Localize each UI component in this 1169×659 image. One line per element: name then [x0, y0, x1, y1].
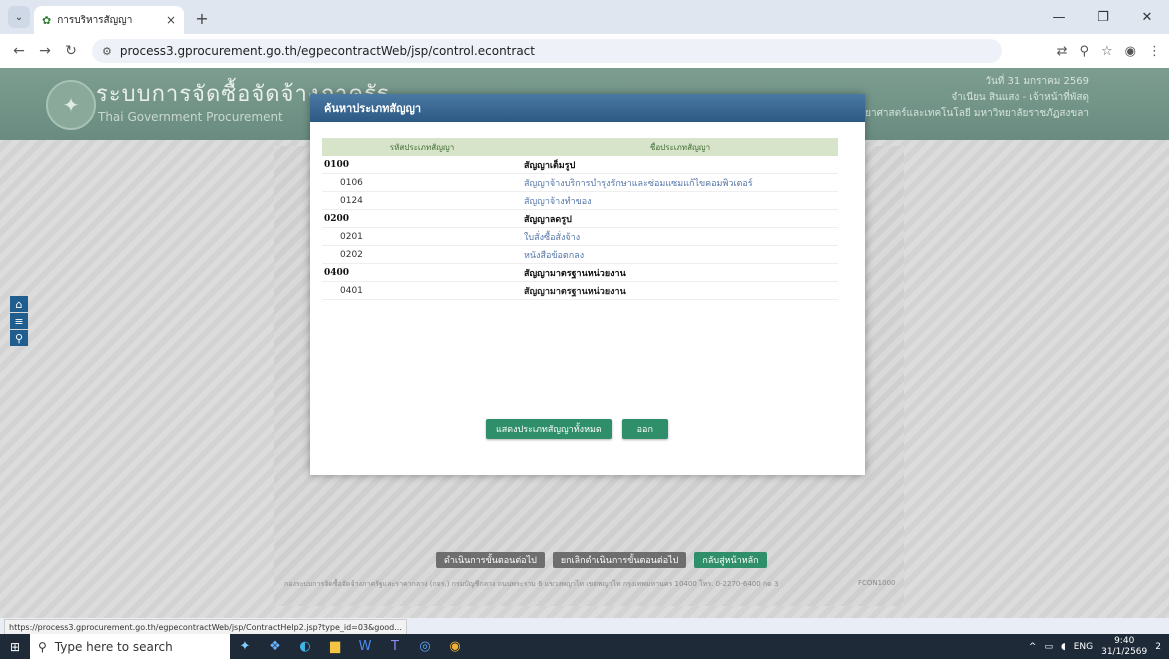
bookmark-star-icon[interactable]: ☆: [1101, 44, 1113, 59]
footer-address: กองระบบการจัดซื้อจัดจ้างภาครัฐและราคากลา…: [284, 580, 779, 588]
restore-icon[interactable]: ❐: [1081, 0, 1125, 34]
table-row[interactable]: 0202 หนังสือข้อตกลง: [322, 245, 838, 264]
widgets-icon[interactable]: ❖: [260, 634, 290, 659]
status-url-preview: https://process3.gprocurement.go.th/egpe…: [4, 619, 407, 635]
tray-chevron-icon[interactable]: ^: [1029, 642, 1037, 652]
clock-time: 9:40: [1114, 635, 1135, 646]
word-icon[interactable]: W: [350, 634, 380, 659]
file-explorer-icon[interactable]: ▆: [320, 634, 350, 659]
site-favicon-icon: ✿: [42, 13, 52, 27]
new-tab-button[interactable]: +: [190, 6, 214, 30]
table-row[interactable]: 0106 สัญญาจ้างบริการบำรุงรักษาและซ่อมแซม…: [322, 173, 838, 192]
edge-icon[interactable]: ◐: [290, 634, 320, 659]
tab-close-icon[interactable]: ×: [166, 13, 176, 27]
side-toolbar: ⌂ ≡ ⚲: [10, 296, 28, 347]
taskbar-clock[interactable]: 9:40 31/1/2569: [1101, 636, 1147, 658]
taskbar-search-field[interactable]: ⚲ Type here to search: [30, 634, 230, 659]
back-icon[interactable]: ←: [6, 43, 32, 59]
url-text: process3.gprocurement.go.th/egpecontract…: [119, 44, 535, 58]
table-row: 0400 สัญญามาตรฐานหน่วยงาน: [322, 263, 838, 282]
browser-tab-bar: ⌄ ✿ การบริหารสัญญา × + — ❐ ✕: [0, 0, 1169, 34]
exit-button[interactable]: ออก: [621, 419, 668, 439]
url-field[interactable]: ⚙ process3.gprocurement.go.th/egpecontra…: [92, 39, 1002, 63]
column-header-name: ชื่อประเภทสัญญา: [522, 138, 838, 156]
windows-taskbar: ⊞ ⚲ Type here to search ✦ ❖ ◐ ▆ W T ◎ ◉ …: [0, 634, 1169, 659]
show-all-contract-types-button[interactable]: แสดงประเภทสัญญาทั้งหมด: [486, 419, 612, 439]
address-bar: ← → ↻ ⚙ process3.gprocurement.go.th/egpe…: [0, 34, 1169, 69]
taskbar-search-placeholder: Type here to search: [54, 639, 173, 654]
row-code: 0106: [322, 173, 522, 192]
row-code: 0100: [322, 156, 522, 174]
row-code: 0124: [322, 191, 522, 210]
tab-title: การบริหารสัญญา: [57, 14, 133, 26]
taskbar-search-icon: ⚲: [38, 639, 47, 654]
user-department: คณะวิทยาศาสตร์และเทคโนโลยี มหาวิทยาลัยรา…: [831, 108, 1089, 119]
row-name: สัญญาลดรูป: [522, 209, 838, 228]
current-date: วันที่ 31 มกราคม 2569: [985, 76, 1089, 87]
app-icon[interactable]: ◎: [410, 634, 440, 659]
row-code: 0401: [322, 281, 522, 300]
row-name-link[interactable]: สัญญาจ้างบริการบำรุงรักษาและซ่อมแซมแก้ไข…: [522, 173, 838, 192]
cancel-next-step-button[interactable]: ยกเลิกดำเนินการขั้นตอนต่อไป: [552, 552, 687, 568]
minimize-icon[interactable]: —: [1037, 0, 1081, 34]
row-code: 0200: [322, 209, 522, 228]
table-row: 0100 สัญญาเต็มรูป: [322, 156, 838, 174]
contract-type-table: รหัสประเภทสัญญา ชื่อประเภทสัญญา 0100 สัญ…: [322, 138, 838, 300]
column-header-code: รหัสประเภทสัญญา: [322, 138, 522, 156]
zoom-icon[interactable]: ⚲: [1079, 44, 1089, 59]
browser-menu-icon[interactable]: ⋮: [1148, 44, 1161, 59]
row-name: สัญญามาตรฐานหน่วยงาน: [522, 263, 838, 282]
table-row: 0200 สัญญาลดรูป: [322, 209, 838, 228]
row-code: 0201: [322, 227, 522, 246]
table-row[interactable]: 0201 ใบสั่งซื้อสั่งจ้าง: [322, 227, 838, 246]
row-name-link[interactable]: หนังสือข้อตกลง: [522, 245, 838, 264]
user-name: จำเนียน สินแสง - เจ้าหน้าที่พัสดุ: [951, 92, 1089, 103]
row-name-link[interactable]: ใบสั่งซื้อสั่งจ้าง: [522, 227, 838, 246]
contract-type-search-dialog: ค้นหาประเภทสัญญา รหัสประเภทสัญญา ชื่อประ…: [310, 94, 865, 475]
window-close-icon[interactable]: ✕: [1125, 0, 1169, 34]
row-code: 0400: [322, 263, 522, 282]
table-row[interactable]: 0401 สัญญามาตรฐานหน่วยงาน: [322, 281, 838, 300]
next-step-button[interactable]: ดำเนินการขั้นตอนต่อไป: [436, 552, 545, 568]
table-row[interactable]: 0124 สัญญาจ้างทำของ: [322, 191, 838, 210]
user-info: วันที่ 31 มกราคม 2569 จำเนียน สินแสง - เ…: [832, 74, 1089, 122]
reload-icon[interactable]: ↻: [58, 43, 84, 59]
row-name: สัญญาเต็มรูป: [522, 156, 838, 174]
home-icon[interactable]: ⌂: [10, 296, 28, 312]
footer-page-code: FCON1000: [858, 579, 896, 587]
menu-icon[interactable]: ≡: [10, 313, 28, 329]
copilot-sparkle-icon[interactable]: ✦: [230, 634, 260, 659]
row-name[interactable]: สัญญามาตรฐานหน่วยงาน: [522, 281, 838, 300]
network-icon[interactable]: ▭: [1044, 642, 1053, 652]
windows-start-icon[interactable]: ⊞: [0, 640, 30, 654]
dialog-buttons: แสดงประเภทสัญญาทั้งหมด ออก: [486, 419, 668, 439]
back-home-button[interactable]: กลับสู่หน้าหลัก: [694, 552, 767, 568]
page-action-buttons: ดำเนินการขั้นตอนต่อไป ยกเลิกดำเนินการขั้…: [436, 552, 767, 568]
system-tray: ^ ▭ ◖ ENG 9:40 31/1/2569 2: [1029, 634, 1169, 659]
address-actions: ⇄ ⚲ ☆ ◉ ⋮: [1057, 34, 1161, 68]
forward-icon[interactable]: →: [32, 43, 58, 59]
clock-date: 31/1/2569: [1101, 646, 1148, 657]
window-controls: — ❐ ✕: [1037, 0, 1169, 34]
dialog-title: ค้นหาประเภทสัญญา: [310, 94, 865, 122]
profile-icon[interactable]: ◉: [1125, 44, 1136, 59]
row-code: 0202: [322, 245, 522, 264]
tab-search-button[interactable]: ⌄: [8, 6, 30, 28]
site-info-icon[interactable]: ⚙: [102, 45, 112, 58]
volume-icon[interactable]: ◖: [1061, 642, 1066, 652]
system-subtitle: Thai Government Procurement: [98, 110, 283, 124]
language-indicator[interactable]: ENG: [1074, 642, 1093, 652]
teams-icon[interactable]: T: [380, 634, 410, 659]
chrome-icon[interactable]: ◉: [440, 634, 470, 659]
notification-badge[interactable]: 2: [1155, 642, 1161, 652]
translate-icon[interactable]: ⇄: [1057, 44, 1068, 59]
row-name-link[interactable]: สัญญาจ้างทำของ: [522, 191, 838, 210]
garuda-logo: ✦: [46, 80, 96, 130]
browser-tab[interactable]: ✿ การบริหารสัญญา ×: [34, 6, 184, 34]
search-icon[interactable]: ⚲: [10, 330, 28, 346]
